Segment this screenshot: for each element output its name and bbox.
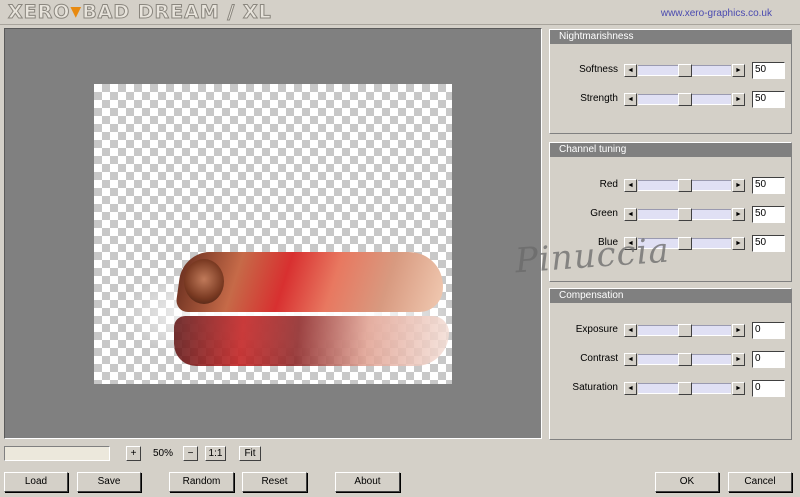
logo-triangle-icon: ▼ bbox=[70, 4, 83, 20]
increase-arrow-icon[interactable]: ► bbox=[732, 93, 745, 106]
ok-button[interactable]: OK bbox=[655, 472, 719, 492]
decrease-arrow-icon[interactable]: ◄ bbox=[624, 64, 637, 77]
app-logo: XERO▼BAD DREAM / XL bbox=[7, 1, 272, 24]
slider-row-green: Green ◄ ► 50 bbox=[550, 206, 791, 223]
increase-arrow-icon[interactable]: ► bbox=[732, 64, 745, 77]
slider-track[interactable] bbox=[638, 64, 731, 77]
slider-thumb[interactable] bbox=[678, 324, 692, 337]
value-field[interactable]: 0 bbox=[752, 351, 785, 368]
slider-thumb[interactable] bbox=[678, 93, 692, 106]
slider-track[interactable] bbox=[638, 382, 731, 395]
random-button[interactable]: Random bbox=[169, 472, 234, 492]
image-reflection bbox=[174, 316, 449, 366]
slider-row-saturation: Saturation ◄ ► 0 bbox=[550, 380, 791, 397]
panel-title: Channel tuning bbox=[550, 143, 791, 157]
value-field[interactable]: 0 bbox=[752, 322, 785, 339]
decrease-arrow-icon[interactable]: ◄ bbox=[624, 93, 637, 106]
slider-track[interactable] bbox=[638, 93, 731, 106]
value-field[interactable]: 0 bbox=[752, 380, 785, 397]
decrease-arrow-icon[interactable]: ◄ bbox=[624, 179, 637, 192]
slider-row-strength: Strength ◄ ► 50 bbox=[550, 91, 791, 108]
zoom-fit-button[interactable]: Fit bbox=[239, 446, 261, 461]
website-link[interactable]: www.xero-graphics.co.uk bbox=[661, 8, 772, 19]
slider-row-contrast: Contrast ◄ ► 0 bbox=[550, 351, 791, 368]
slider-row-red: Red ◄ ► 50 bbox=[550, 177, 791, 194]
decrease-arrow-icon[interactable]: ◄ bbox=[624, 382, 637, 395]
zoom-in-button[interactable]: + bbox=[126, 446, 141, 461]
panel-compensation: Compensation Exposure ◄ ► 0 Contrast ◄ ►… bbox=[549, 288, 792, 440]
zoom-out-button[interactable]: − bbox=[183, 446, 198, 461]
increase-arrow-icon[interactable]: ► bbox=[732, 208, 745, 221]
reset-button[interactable]: Reset bbox=[242, 472, 307, 492]
slider-track[interactable] bbox=[638, 208, 731, 221]
slider-thumb[interactable] bbox=[678, 237, 692, 250]
slider-thumb[interactable] bbox=[678, 208, 692, 221]
decrease-arrow-icon[interactable]: ◄ bbox=[624, 208, 637, 221]
decrease-arrow-icon[interactable]: ◄ bbox=[624, 353, 637, 366]
save-button[interactable]: Save bbox=[77, 472, 141, 492]
slider-thumb[interactable] bbox=[678, 64, 692, 77]
zoom-level: 50% bbox=[152, 448, 173, 459]
slider-label: Saturation bbox=[572, 382, 618, 393]
value-field[interactable]: 50 bbox=[752, 177, 785, 194]
panel-title: Compensation bbox=[550, 289, 791, 303]
slider-track[interactable] bbox=[638, 353, 731, 366]
slider-thumb[interactable] bbox=[678, 382, 692, 395]
increase-arrow-icon[interactable]: ► bbox=[732, 179, 745, 192]
logo-title: BAD DREAM / XL bbox=[82, 1, 272, 24]
value-field[interactable]: 50 bbox=[752, 206, 785, 223]
value-field[interactable]: 50 bbox=[752, 62, 785, 79]
slider-row-softness: Softness ◄ ► 50 bbox=[550, 62, 791, 79]
panel-title: Nightmarishness bbox=[550, 30, 791, 44]
increase-arrow-icon[interactable]: ► bbox=[732, 237, 745, 250]
slider-track[interactable] bbox=[638, 324, 731, 337]
slider-label: Exposure bbox=[575, 324, 618, 335]
value-field[interactable]: 50 bbox=[752, 91, 785, 108]
slider-thumb[interactable] bbox=[678, 353, 692, 366]
increase-arrow-icon[interactable]: ► bbox=[732, 324, 745, 337]
about-button[interactable]: About bbox=[335, 472, 400, 492]
slider-label: Green bbox=[590, 208, 618, 219]
logo-brand: XERO bbox=[7, 1, 71, 24]
load-button[interactable]: Load bbox=[4, 472, 68, 492]
value-field[interactable]: 50 bbox=[752, 235, 785, 252]
slider-track[interactable] bbox=[638, 179, 731, 192]
slider-label: Strength bbox=[580, 93, 618, 104]
cancel-button[interactable]: Cancel bbox=[728, 472, 792, 492]
slider-row-exposure: Exposure ◄ ► 0 bbox=[550, 322, 791, 339]
panel-nightmarishness: Nightmarishness Softness ◄ ► 50 Strength… bbox=[549, 29, 792, 134]
progress-bar bbox=[4, 446, 110, 461]
image-figure-head bbox=[184, 259, 224, 304]
slider-label: Contrast bbox=[580, 353, 618, 364]
preview-area[interactable] bbox=[4, 28, 542, 439]
preview-canvas[interactable] bbox=[94, 84, 452, 384]
increase-arrow-icon[interactable]: ► bbox=[732, 382, 745, 395]
zoom-actual-size-button[interactable]: 1:1 bbox=[205, 446, 226, 461]
increase-arrow-icon[interactable]: ► bbox=[732, 353, 745, 366]
decrease-arrow-icon[interactable]: ◄ bbox=[624, 324, 637, 337]
slider-label: Softness bbox=[579, 64, 618, 75]
slider-thumb[interactable] bbox=[678, 179, 692, 192]
slider-label: Red bbox=[599, 179, 618, 190]
header-bar: XERO▼BAD DREAM / XL www.xero-graphics.co… bbox=[0, 0, 800, 25]
